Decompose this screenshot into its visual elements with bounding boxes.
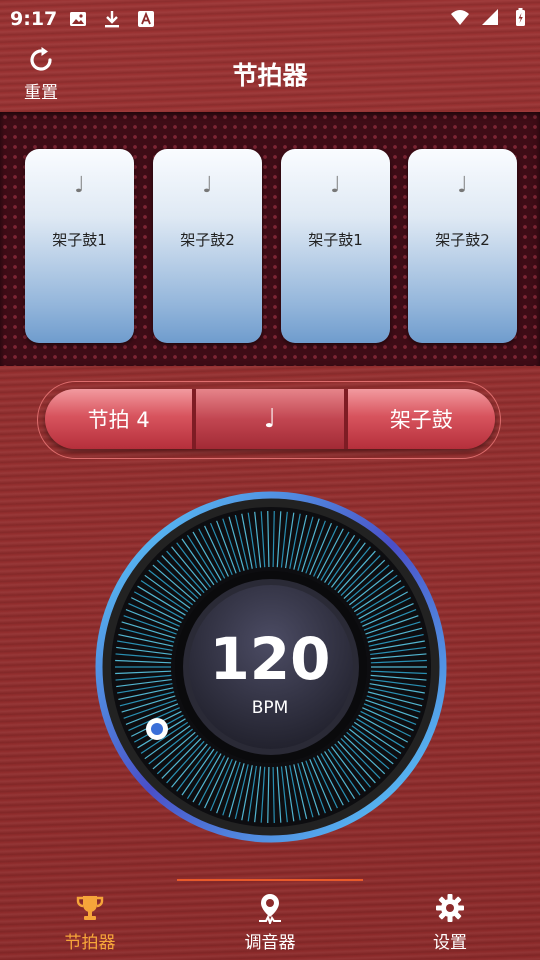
tab-tuner-label: 调音器 <box>244 933 296 953</box>
status-time: 9:17 <box>10 8 58 30</box>
drum-pad-3[interactable]: ♩ 架子鼓1 <box>281 149 390 343</box>
drum-pad-1[interactable]: ♩ 架子鼓1 <box>25 149 134 343</box>
status-system-icons <box>450 7 530 27</box>
pad-label: 架子鼓2 <box>435 231 490 249</box>
app-notification-icon <box>138 11 154 27</box>
trophy-icon <box>76 896 104 920</box>
image-icon <box>70 12 86 26</box>
note-value-button[interactable]: ♩ <box>192 389 344 449</box>
status-bar: 9:17 <box>0 0 540 36</box>
bpm-unit-label: BPM <box>251 698 289 718</box>
bottom-tab-bar: 节拍器 调音器 设置 <box>0 882 540 960</box>
gear-icon <box>436 894 464 922</box>
tab-settings[interactable]: 设置 <box>360 882 540 960</box>
note-icon: ♩ <box>74 173 85 198</box>
pad-label: 架子鼓1 <box>52 231 107 249</box>
tab-metronome-label: 节拍器 <box>64 933 116 953</box>
drum-pad-panel: ♩ 架子鼓1 ♩ 架子鼓2 ♩ 架子鼓1 ♩ 架子鼓2 <box>0 112 540 366</box>
signal-icon <box>482 9 498 25</box>
page-title: 节拍器 <box>232 61 308 90</box>
tab-settings-label: 设置 <box>433 933 467 953</box>
bpm-value: 120 <box>209 625 331 693</box>
pad-label: 架子鼓1 <box>308 231 363 249</box>
tab-tuner[interactable]: 调音器 <box>180 882 360 960</box>
note-icon: ♩ <box>330 173 341 198</box>
beat-settings-selector: 节拍 4 ♩ 架子鼓 <box>45 389 495 449</box>
note-icon: ♩ <box>202 173 213 198</box>
beat-count-button[interactable]: 节拍 4 <box>45 389 193 449</box>
pad-label: 架子鼓2 <box>180 231 235 249</box>
status-notification-icons <box>68 9 156 29</box>
battery-icon <box>516 8 525 26</box>
drum-pad-2[interactable]: ♩ 架子鼓2 <box>153 149 262 343</box>
download-icon <box>105 11 119 28</box>
wifi-icon <box>451 10 469 25</box>
note-icon: ♩ <box>457 173 468 198</box>
tuner-pin-icon <box>259 894 281 924</box>
tab-metronome[interactable]: 节拍器 <box>0 882 180 960</box>
tab-indicator <box>177 879 363 881</box>
drum-pad-4[interactable]: ♩ 架子鼓2 <box>408 149 517 343</box>
app-header: 重置 节拍器 <box>0 36 540 110</box>
sound-type-button[interactable]: 架子鼓 <box>343 389 495 449</box>
